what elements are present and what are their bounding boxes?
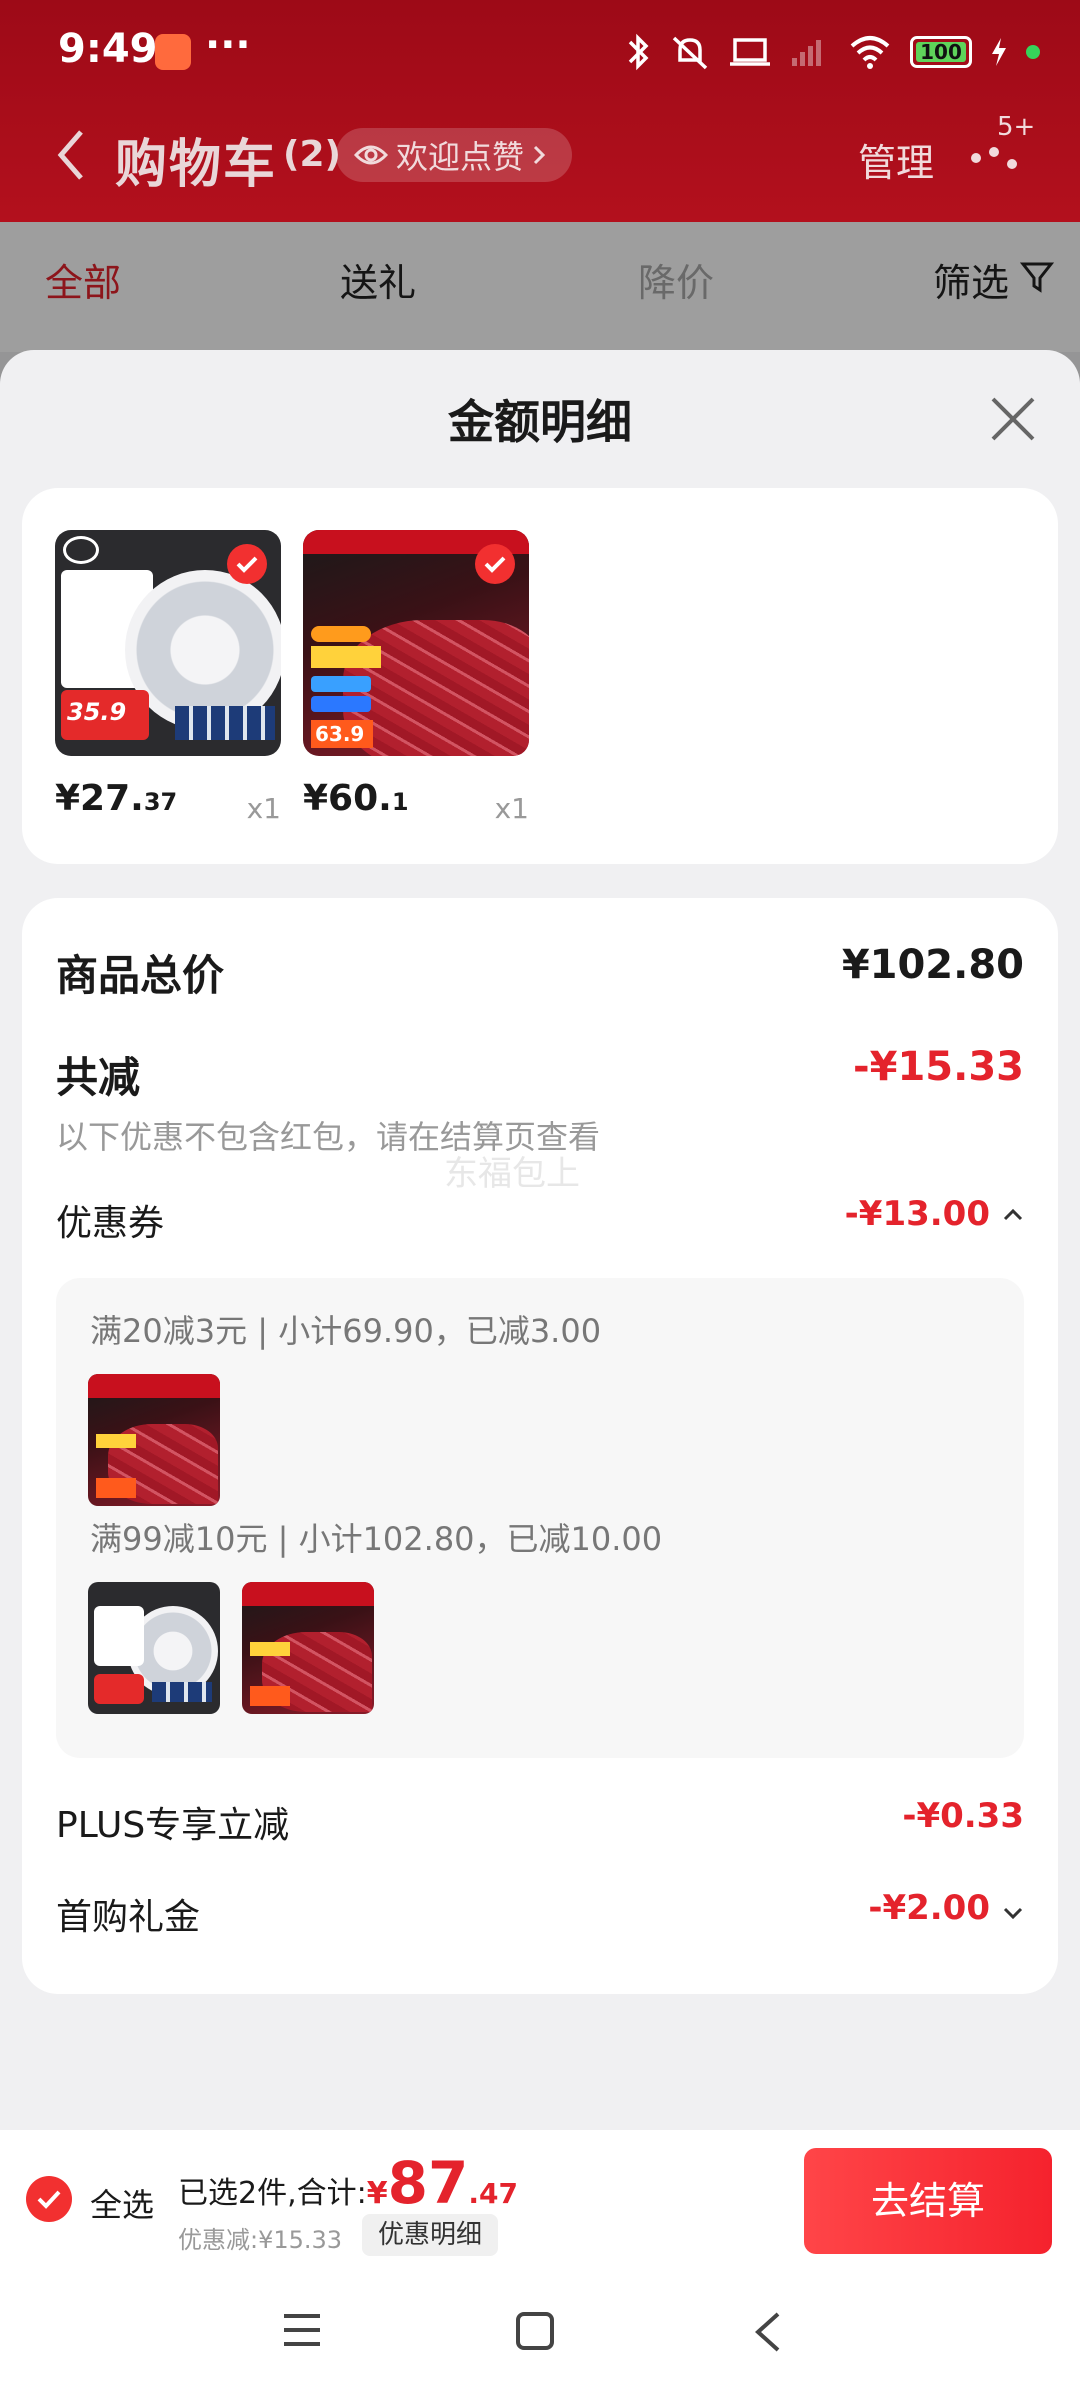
discount-detail-button[interactable]: 优惠明细: [362, 2214, 499, 2256]
product-image-beef: 63.9: [303, 530, 529, 756]
cart-nav-row: 购物车 (2) 欢迎点赞 管理 5+: [0, 112, 1080, 202]
back-arrow-icon[interactable]: [55, 128, 85, 182]
battery-icon: 100: [910, 36, 972, 68]
watermark-text: 东福包上: [444, 1154, 580, 1194]
total-price-value: ¥102.80: [841, 942, 1024, 988]
selected-products-card: 35.9 ¥27.37 x1 63.9 ¥60.1 x1: [22, 488, 1058, 864]
message-count-badge: 5+: [997, 112, 1036, 142]
sheet-title: 金额明细: [448, 395, 632, 449]
coupon-rule-line: 满20减3元 | 小计69.90，已减3.00: [90, 1312, 602, 1350]
eye-icon: [354, 145, 388, 165]
coupon-label: 优惠券: [56, 1203, 165, 1244]
plus-reduce-label: PLUS专享立减: [56, 1805, 290, 1846]
status-bar: 9:49 ··· 100: [0, 0, 1080, 105]
more-notifications-icon: ···: [205, 22, 251, 68]
checkout-bar: 全选 已选2件,合计: ¥ 87 .47 优惠减:¥15.33 优惠明细 去结算: [0, 2130, 1080, 2270]
checkout-button[interactable]: 去结算: [804, 2148, 1052, 2254]
chevron-right-icon: [533, 145, 546, 165]
product-quantity: x1: [494, 792, 529, 825]
chevron-up-icon[interactable]: [1002, 1208, 1024, 1222]
total-reduce-label: 共减: [56, 1053, 141, 1102]
amount-detail-sheet: 金额明细 35.9 ¥27.37 x1 63.9 ¥60.1 x1 商品总价 ¥…: [0, 350, 1080, 2400]
charging-icon: [992, 38, 1006, 66]
manage-button[interactable]: 管理: [858, 132, 934, 187]
total-price-label: 商品总价: [56, 951, 225, 1000]
menu-icon[interactable]: [280, 2310, 324, 2350]
select-all-label[interactable]: 全选: [90, 2180, 154, 2226]
welcome-like-label: 欢迎点赞: [396, 138, 525, 176]
plus-reduce-value: -¥0.33: [902, 1796, 1024, 1836]
coupon-product-thumb: [88, 1374, 220, 1506]
header-background: 9:49 ··· 100 购物车 (2) 欢迎点赞 管理 5+: [0, 0, 1080, 222]
back-icon[interactable]: [752, 2310, 782, 2354]
select-all-checkbox[interactable]: [26, 2176, 72, 2222]
product-image-fish: 35.9: [55, 530, 281, 756]
cart-count: (2): [283, 134, 341, 175]
coupon-detail-box: 满20减3元 | 小计69.90，已减3.00 满99减10元 | 小计102.…: [56, 1278, 1024, 1758]
discount-note: 优惠减:¥15.33: [178, 2226, 343, 2254]
signal-icon: [792, 40, 821, 66]
privacy-indicator-dot: [1026, 45, 1040, 59]
selected-check-icon: [475, 544, 515, 584]
coupon-row[interactable]: 优惠券 -¥13.00: [56, 1194, 1024, 1246]
selected-check-icon: [227, 544, 267, 584]
system-nav-bar: [0, 2270, 1080, 2400]
status-time: 9:49: [58, 26, 158, 72]
product-item[interactable]: 63.9 ¥60.1 x1: [303, 530, 529, 825]
first-purchase-label: 首购礼金: [56, 1897, 201, 1938]
price-detail-card: 商品总价 ¥102.80 共减 -¥15.33 以下优惠不包含红包，请在结算页查…: [22, 898, 1058, 1994]
coupon-value: -¥13.00: [844, 1194, 990, 1234]
coupon-product-thumb: [242, 1582, 374, 1714]
order-total: 已选2件,合计: ¥ 87 .47: [178, 2149, 518, 2217]
total-reduce-value: -¥15.33: [853, 1044, 1024, 1090]
mute-icon: [672, 36, 708, 70]
coupon-product-thumb: [88, 1582, 220, 1714]
wifi-icon: [850, 36, 890, 69]
home-icon[interactable]: [514, 2310, 556, 2352]
product-item[interactable]: 35.9 ¥27.37 x1: [55, 530, 281, 825]
laptop-icon: [730, 38, 770, 66]
bluetooth-icon: [628, 33, 649, 71]
chevron-down-icon[interactable]: [1002, 1906, 1024, 1920]
page-title: 购物车: [115, 135, 278, 195]
close-icon[interactable]: [988, 394, 1038, 444]
app-notification-icon: [155, 34, 191, 70]
first-purchase-row[interactable]: 首购礼金 -¥2.00: [56, 1888, 1024, 1940]
product-quantity: x1: [246, 792, 281, 825]
coupon-rule-line: 满99减10元 | 小计102.80，已减10.00: [90, 1520, 663, 1558]
first-purchase-value: -¥2.00: [868, 1888, 990, 1928]
welcome-like-pill[interactable]: 欢迎点赞: [336, 128, 573, 182]
